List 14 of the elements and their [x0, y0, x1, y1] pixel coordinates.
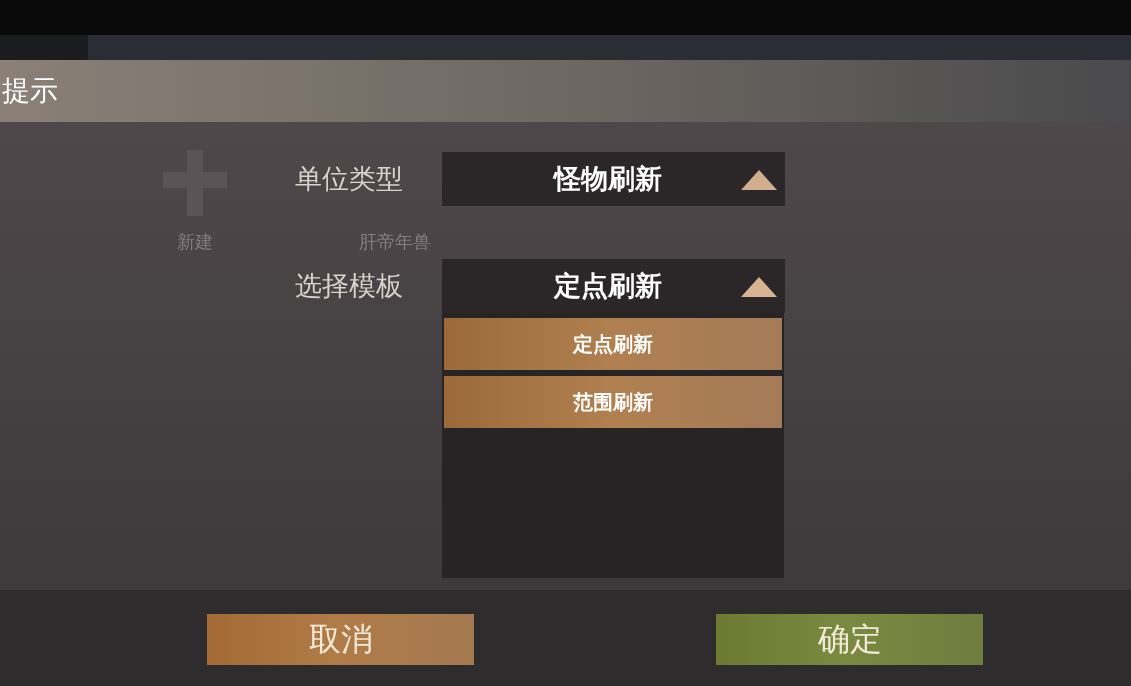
cancel-button[interactable]: 取消: [207, 613, 474, 665]
dropdown[interactable]: 定点刷新: [442, 259, 785, 313]
dropdown-value: 怪物刷新: [554, 161, 662, 196]
item-label: 肝帝年兽: [359, 230, 431, 254]
dropdown-option[interactable]: 定点刷新: [444, 318, 782, 370]
triangle-icon: [741, 170, 777, 190]
field-label: 选择模板: [295, 268, 404, 303]
confirm-button[interactable]: 确定: [716, 613, 983, 665]
dropdown[interactable]: 怪物刷新: [442, 152, 785, 206]
field-label: 单位类型: [295, 161, 404, 196]
dropdown-value: 定点刷新: [554, 268, 662, 303]
item-label: 新建: [177, 230, 213, 254]
dropdown-option[interactable]: 范围刷新: [444, 376, 782, 428]
dialog-title: 提示: [2, 73, 58, 109]
